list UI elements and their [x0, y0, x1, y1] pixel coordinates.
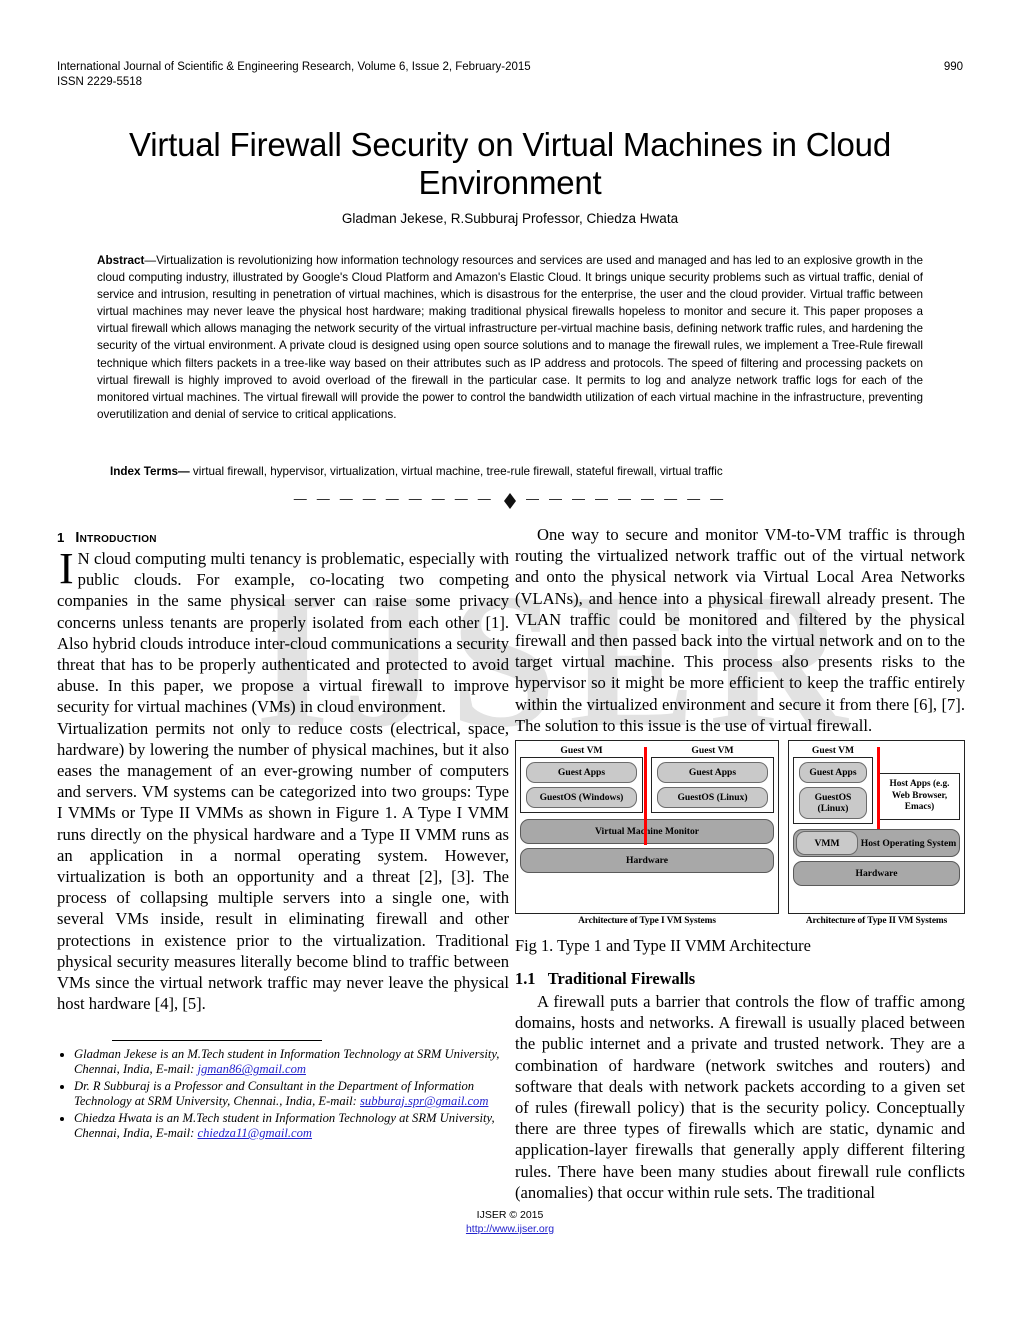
- paper-page: International Journal of Scientific & En…: [0, 0, 1020, 1320]
- section-divider: — — — — — — — — — — — — — — — — — —: [240, 487, 780, 509]
- section-title: Introduction: [75, 530, 157, 546]
- footnote-rule: [112, 1040, 322, 1041]
- type1-hardware: Hardware: [520, 848, 774, 874]
- page-footer: IJSER © 2015 http://www.ijser.org: [0, 1208, 1020, 1236]
- right-paragraph-1: One way to secure and monitor VM-to-VM t…: [515, 525, 965, 735]
- type1-left-guest-apps: Guest Apps: [526, 762, 637, 784]
- type1-caption: Architecture of Type I VM Systems: [578, 916, 716, 927]
- footnote-email-link[interactable]: chiedza11@gmail.com: [197, 1126, 312, 1140]
- divider-dashes-left: — — — — — — — — —: [293, 490, 494, 506]
- type2-box: Guest VM Guest Apps GuestOS (Linux) Host…: [788, 740, 965, 915]
- journal-citation: International Journal of Scientific & En…: [57, 61, 531, 73]
- type1-box: Guest VM Guest VM Guest Apps GuestOS (Wi…: [515, 740, 779, 915]
- index-terms-list: virtual firewall, hypervisor, virtualiza…: [192, 465, 723, 478]
- footnote-email-link[interactable]: jgman86@gmail.com: [197, 1062, 305, 1076]
- type1-vm-labels: Guest VM Guest VM: [520, 745, 774, 757]
- footnote-item: Chiedza Hwata is an M.Tech student in In…: [74, 1111, 509, 1142]
- type1-vmm: Virtual Machine Monitor: [520, 819, 774, 845]
- issn: ISSN 2229-5518: [57, 76, 143, 88]
- figure-1: Guest VM Guest VM Guest Apps GuestOS (Wi…: [515, 740, 965, 933]
- type2-vm-label: Guest VM: [811, 745, 855, 757]
- abstract-text: Virtualization is revolutionizing how in…: [97, 254, 923, 421]
- section-heading-introduction: 1 Introduction: [57, 530, 509, 546]
- right-column: One way to secure and monitor VM-to-VM t…: [515, 524, 965, 1203]
- page-title: Virtual Firewall Security on Virtual Mac…: [129, 126, 891, 202]
- type2-guest-vm: Guest VM Guest Apps GuestOS (Linux): [793, 745, 874, 829]
- drop-cap: I: [59, 544, 74, 593]
- type2-vmm: VMM: [796, 831, 858, 856]
- footnote-item: Dr. R Subburaj is a Professor and Consul…: [74, 1079, 509, 1110]
- abstract-label: Abstract: [97, 254, 145, 267]
- type1-right-guest-apps: Guest Apps: [657, 762, 768, 784]
- figure-panel-type2: Guest VM Guest Apps GuestOS (Linux) Host…: [788, 740, 965, 932]
- subsection-title: Traditional Firewalls: [547, 969, 696, 989]
- right-paragraph-2: A firewall puts a barrier that controls …: [515, 992, 965, 1202]
- divider-dashes-right: — — — — — — — — —: [526, 490, 727, 506]
- intro-paragraph-2: Virtualization permits not only to reduc…: [57, 718, 509, 1014]
- type1-vm-left-inner: Guest Apps GuestOS (Windows): [520, 757, 643, 814]
- type1-vm-row: Guest Apps GuestOS (Windows) Guest Apps …: [520, 757, 774, 814]
- type1-vm-left: Guest Apps GuestOS (Windows): [520, 757, 643, 814]
- author-list: Gladman Jekese, R.Subburaj Professor, Ch…: [341, 211, 679, 226]
- footer-copyright: IJSER © 2015: [476, 1209, 544, 1221]
- type1-red-separator: [644, 747, 647, 846]
- figure-panel-type1: Guest VM Guest VM Guest Apps GuestOS (Wi…: [515, 740, 779, 932]
- abstract-block: Abstract—Virtualization is revolutionizi…: [97, 252, 923, 423]
- type2-host-apps-wrap: Host Apps (e.g. Web Browser, Emacs): [879, 745, 960, 829]
- type2-host-os-row: VMM Host Operating System: [793, 829, 960, 858]
- type2-vm-inner: Guest Apps GuestOS (Linux): [793, 757, 874, 825]
- subsection-number: 1.1: [515, 969, 536, 989]
- index-terms: Index Terms— virtual firewall, hyperviso…: [110, 464, 923, 480]
- type2-host-apps: Host Apps (e.g. Web Browser, Emacs): [879, 773, 960, 820]
- left-column: 1 Introduction I N cloud computing multi…: [57, 530, 509, 1014]
- type2-caption: Architecture of Type II VM Systems: [805, 916, 948, 927]
- diamond-icon: [504, 487, 516, 509]
- footnote-item: Gladman Jekese is an M.Tech student in I…: [74, 1047, 509, 1078]
- type1-left-guest-os: GuestOS (Windows): [526, 787, 637, 809]
- footer-url-link[interactable]: http://www.ijser.org: [466, 1223, 554, 1235]
- footnote-list: Gladman Jekese is an M.Tech student in I…: [57, 1047, 509, 1141]
- page-number: 990: [943, 61, 963, 73]
- running-head: International Journal of Scientific & En…: [57, 60, 963, 90]
- type1-vm-right-label: Guest VM: [691, 745, 734, 757]
- footnote-email-link[interactable]: subburaj.spr@gmail.com: [360, 1094, 488, 1108]
- type1-vm-right-inner: Guest Apps GuestOS (Linux): [651, 757, 774, 814]
- section-number: 1: [57, 530, 65, 545]
- figure-caption: Fig 1. Type 1 and Type II VMM Architectu…: [515, 936, 811, 956]
- subsection-heading-traditional-firewalls: 1.1 Traditional Firewalls: [515, 969, 965, 989]
- author-footnotes: Gladman Jekese is an M.Tech student in I…: [57, 1040, 509, 1142]
- type2-guest-os: GuestOS (Linux): [799, 787, 868, 820]
- type1-right-guest-os: GuestOS (Linux): [657, 787, 768, 809]
- index-terms-label: Index Terms—: [110, 465, 190, 478]
- intro-paragraph-1-text: N cloud computing multi tenancy is probl…: [57, 549, 509, 717]
- type1-vm-right: Guest Apps GuestOS (Linux): [651, 757, 774, 814]
- intro-paragraph-1: I N cloud computing multi tenancy is pro…: [57, 544, 509, 718]
- abstract-dash: —: [144, 254, 157, 267]
- type1-vm-left-label: Guest VM: [560, 745, 603, 757]
- type2-hardware: Hardware: [793, 861, 960, 887]
- type2-host-os: Host Operating System: [860, 837, 957, 849]
- type2-guest-apps: Guest Apps: [799, 762, 868, 784]
